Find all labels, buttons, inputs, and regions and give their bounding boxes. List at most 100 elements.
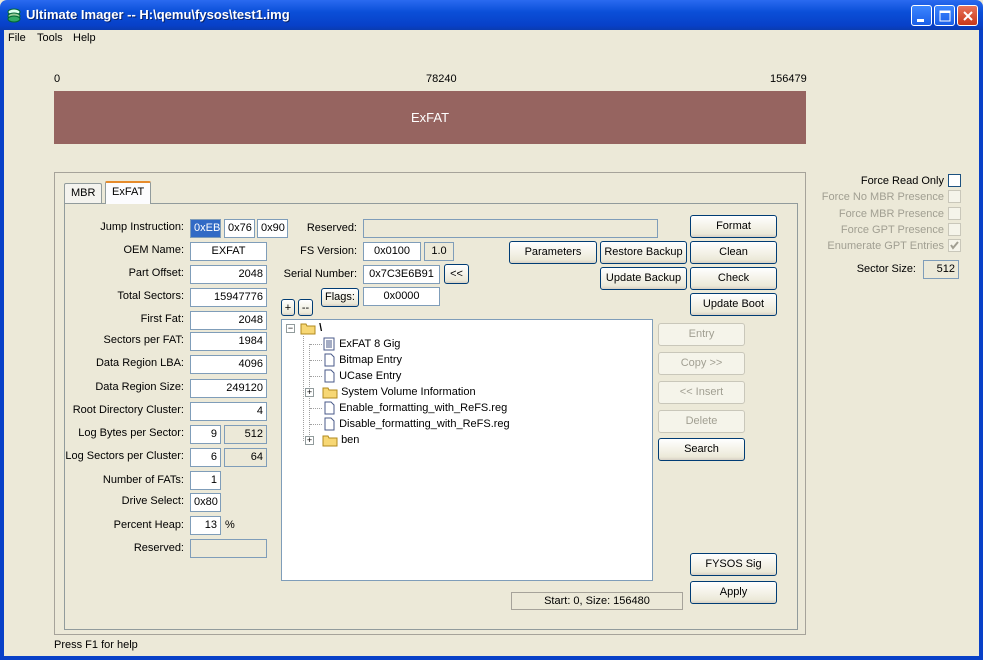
- menu-tools[interactable]: Tools: [37, 32, 63, 44]
- tree-item-label: ExFAT 8 Gig: [339, 338, 401, 350]
- close-button[interactable]: [957, 5, 978, 26]
- log-bytes-per-sector-label: Log Bytes per Sector:: [78, 427, 184, 439]
- tree-item[interactable]: UCase Entry: [322, 368, 401, 384]
- tree-root-label: \: [319, 322, 323, 334]
- insert-button[interactable]: << Insert: [658, 381, 745, 404]
- apply-button[interactable]: Apply: [690, 581, 777, 604]
- root-directory-cluster-label: Root Directory Cluster:: [72, 404, 184, 416]
- doc-icon: [324, 369, 335, 383]
- percent-heap-input[interactable]: 13: [190, 516, 221, 535]
- percent-heap-label: Percent Heap:: [113, 519, 184, 531]
- force-gpt-label: Force GPT Presence: [840, 224, 944, 236]
- minimize-button[interactable]: [911, 5, 932, 26]
- flags-button[interactable]: Flags:: [321, 288, 359, 307]
- tree-item[interactable]: ben: [322, 432, 359, 448]
- jump-instruction-label: Jump Instruction:: [100, 221, 184, 233]
- open-folder-icon: [300, 323, 316, 335]
- update-boot-button[interactable]: Update Boot: [690, 293, 777, 316]
- copy-button[interactable]: Copy >>: [658, 352, 745, 375]
- expand-icon[interactable]: +: [305, 388, 314, 397]
- tree-item-label: UCase Entry: [339, 370, 402, 382]
- update-backup-button[interactable]: Update Backup: [600, 267, 687, 290]
- root-directory-cluster-input[interactable]: 4: [190, 402, 267, 421]
- window-frame-left: [0, 30, 4, 660]
- part-offset-input[interactable]: 2048: [190, 265, 267, 284]
- force-read-only-checkbox[interactable]: [948, 174, 961, 187]
- clean-button[interactable]: Clean: [690, 241, 777, 264]
- tree-item[interactable]: System Volume Information: [322, 384, 476, 400]
- log-sectors-per-cluster-label: Log Sectors per Cluster:: [65, 450, 184, 462]
- force-no-mbr-label: Force No MBR Presence: [821, 191, 944, 203]
- tree-item[interactable]: Bitmap Entry: [322, 352, 402, 368]
- data-region-lba-label: Data Region LBA:: [95, 357, 184, 369]
- restore-backup-button[interactable]: Restore Backup: [600, 241, 687, 264]
- jump-byte-2-input[interactable]: 0x90: [257, 219, 288, 238]
- parameters-button[interactable]: Parameters: [509, 241, 597, 264]
- doc-lines-icon: [323, 337, 335, 351]
- menu-file[interactable]: File: [8, 32, 26, 44]
- log-bytes-per-sector-input[interactable]: 9: [190, 425, 221, 444]
- jump-byte-0-input[interactable]: 0xEB: [190, 219, 221, 238]
- sectors-per-fat-input[interactable]: 1984: [190, 332, 267, 351]
- folder-icon: [322, 387, 338, 399]
- search-button[interactable]: Search: [658, 438, 745, 461]
- data-region-lba-input[interactable]: 4096: [190, 355, 267, 374]
- map-start-label: 0: [54, 73, 61, 85]
- delete-button[interactable]: Delete: [658, 410, 745, 433]
- flags-input[interactable]: 0x0000: [363, 287, 440, 306]
- tab-mbr[interactable]: MBR: [64, 183, 103, 204]
- generate-serial-button[interactable]: <<: [444, 264, 469, 284]
- oem-name-label: OEM Name:: [123, 244, 184, 256]
- oem-name-input[interactable]: EXFAT: [190, 242, 267, 261]
- expand-all-button[interactable]: +: [281, 299, 295, 316]
- serial-number-input[interactable]: 0x7C3E6B91: [363, 265, 440, 284]
- fs-version-label: FS Version:: [300, 245, 357, 257]
- bytes-per-sector-value: 512: [224, 425, 267, 444]
- number-of-fats-input[interactable]: 1: [190, 471, 221, 490]
- maximize-icon: [939, 10, 951, 22]
- first-fat-label: First Fat:: [140, 313, 184, 325]
- collapse-all-button[interactable]: --: [298, 299, 313, 316]
- force-mbr-checkbox[interactable]: [948, 207, 961, 220]
- doc-icon: [324, 401, 335, 415]
- partition-bar-exfat[interactable]: ExFAT: [54, 91, 806, 144]
- map-end-label: 156479: [770, 73, 807, 85]
- tree-item[interactable]: Disable_formatting_with_ReFS.reg: [322, 416, 510, 432]
- reserved2-label: Reserved:: [306, 222, 357, 234]
- window-frame-right: [979, 30, 983, 660]
- tree-root[interactable]: \: [300, 320, 322, 336]
- jump-byte-1-input[interactable]: 0x76: [224, 219, 255, 238]
- maximize-button[interactable]: [934, 5, 955, 26]
- check-button[interactable]: Check: [690, 267, 777, 290]
- log-sectors-per-cluster-input[interactable]: 6: [190, 448, 221, 467]
- title-bar[interactable]: Ultimate Imager -- H:\qemu\fysos\test1.i…: [0, 0, 983, 30]
- enumerate-gpt-checkbox[interactable]: [948, 239, 961, 252]
- status-bar-text: Press F1 for help: [54, 639, 138, 651]
- tree-item-label: Bitmap Entry: [339, 354, 403, 366]
- force-gpt-checkbox[interactable]: [948, 223, 961, 236]
- data-region-size-input[interactable]: 249120: [190, 379, 267, 398]
- fs-version-decimal: 1.0: [424, 242, 454, 261]
- drive-select-input[interactable]: 0x80: [190, 493, 221, 512]
- reserved-field: [190, 539, 267, 558]
- tree-item[interactable]: Enable_formatting_with_ReFS.reg: [322, 400, 507, 416]
- expand-icon[interactable]: +: [305, 436, 314, 445]
- menu-help[interactable]: Help: [73, 32, 96, 44]
- collapse-root-icon[interactable]: −: [286, 324, 295, 333]
- serial-number-label: Serial Number:: [283, 268, 357, 280]
- format-button[interactable]: Format: [690, 215, 777, 238]
- tree-item-label: Disable_formatting_with_ReFS.reg: [339, 418, 510, 430]
- part-offset-label: Part Offset:: [128, 267, 184, 279]
- first-fat-input[interactable]: 2048: [190, 311, 267, 330]
- directory-tree[interactable]: − \ ExFAT 8 Gig Bitmap Entry UCase Entry…: [281, 319, 653, 581]
- sectors-per-fat-label: Sectors per FAT:: [103, 334, 185, 346]
- menu-bar: File Tools Help: [4, 30, 979, 48]
- total-sectors-input[interactable]: 15947776: [190, 288, 267, 307]
- fysos-sig-button[interactable]: FYSOS Sig: [690, 553, 777, 576]
- tree-item[interactable]: ExFAT 8 Gig: [322, 336, 400, 352]
- fs-version-input[interactable]: 0x0100: [363, 242, 421, 261]
- entry-button[interactable]: Entry: [658, 323, 745, 346]
- force-no-mbr-checkbox[interactable]: [948, 190, 961, 203]
- tab-exfat[interactable]: ExFAT: [105, 181, 152, 204]
- force-mbr-label: Force MBR Presence: [838, 208, 944, 220]
